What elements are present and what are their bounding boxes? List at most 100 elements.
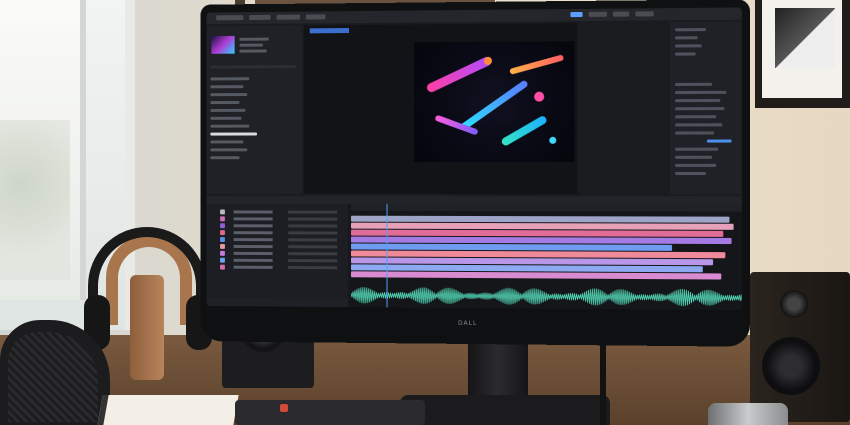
panel-line — [675, 28, 706, 32]
composition-preview — [414, 41, 575, 163]
layer-row[interactable] — [210, 250, 344, 257]
layer-row[interactable] — [210, 223, 344, 229]
layer-color-swatch[interactable] — [220, 209, 225, 215]
menu-item[interactable] — [276, 14, 300, 20]
panel-line — [675, 82, 713, 86]
layer-name — [233, 210, 273, 214]
project-item[interactable] — [210, 156, 240, 160]
monitor-stand-base — [400, 395, 610, 425]
project-thumbnail[interactable] — [211, 35, 235, 54]
panel-line — [675, 115, 717, 119]
layer-name — [233, 217, 273, 221]
speaker-tweeter-right — [780, 290, 808, 318]
layer-controls[interactable] — [288, 231, 338, 235]
track-clip[interactable] — [351, 222, 734, 230]
project-item[interactable] — [210, 77, 250, 81]
mug-icon — [708, 403, 788, 425]
workspace-tab-active[interactable] — [570, 11, 583, 18]
workspace-tab[interactable] — [588, 11, 607, 17]
menu-item[interactable] — [249, 14, 271, 21]
monitor-screen — [206, 7, 742, 311]
layer-controls[interactable] — [288, 224, 338, 228]
waveform-path — [351, 287, 742, 307]
project-search[interactable] — [210, 65, 297, 69]
track-clip[interactable] — [351, 271, 722, 280]
panel-line — [675, 163, 717, 167]
playhead[interactable] — [386, 203, 388, 308]
viewer-tab[interactable] — [309, 28, 350, 34]
project-panel — [206, 25, 302, 194]
panel-line — [675, 98, 721, 103]
layer-row[interactable] — [210, 264, 344, 271]
workspace-tab[interactable] — [635, 11, 654, 17]
timeline-panel — [206, 195, 742, 311]
panel-line — [675, 52, 696, 56]
track-clip[interactable] — [351, 215, 730, 223]
panel-line — [675, 107, 725, 111]
layer-color-swatch[interactable] — [220, 216, 225, 222]
panel-slider[interactable] — [706, 139, 732, 143]
neon-streak — [459, 79, 529, 132]
layer-list — [206, 203, 349, 308]
neon-streak — [500, 114, 548, 147]
time-ruler[interactable] — [351, 203, 742, 212]
panel-line — [675, 171, 706, 176]
layer-controls[interactable] — [288, 210, 338, 214]
office-chair-mesh — [8, 332, 98, 422]
project-info-line — [239, 37, 269, 41]
layer-name — [233, 251, 273, 256]
monitor: DALL — [200, 0, 751, 347]
layer-name — [233, 258, 273, 262]
layer-controls[interactable] — [288, 217, 338, 221]
monitor-brand-logo: DALL — [458, 319, 478, 328]
timeline-tracks[interactable] — [351, 203, 742, 311]
layer-color-swatch[interactable] — [220, 223, 225, 229]
window-tree — [0, 120, 70, 280]
menu-item[interactable] — [216, 15, 244, 21]
workspace-tab[interactable] — [612, 11, 630, 17]
neon-streak — [509, 54, 565, 75]
project-item-selected[interactable] — [210, 132, 257, 136]
panel-line — [675, 36, 698, 40]
menu-item[interactable] — [305, 14, 326, 20]
layer-row[interactable] — [210, 216, 344, 222]
layer-controls[interactable] — [288, 245, 338, 249]
project-item[interactable] — [210, 140, 244, 144]
speaker-woofer-right — [762, 337, 820, 395]
desk-scene: DALL — [0, 0, 850, 425]
layer-name — [233, 231, 273, 235]
keyboard-icon — [235, 400, 425, 425]
panel-line — [675, 131, 715, 135]
picture-frame-art — [775, 8, 835, 68]
layer-controls[interactable] — [288, 238, 338, 242]
layer-row[interactable] — [210, 237, 344, 242]
notebook-icon — [97, 395, 239, 425]
layer-controls[interactable] — [288, 259, 338, 263]
layer-row[interactable] — [210, 209, 344, 215]
layer-name — [233, 244, 273, 249]
headphone-stand — [84, 227, 212, 380]
project-item[interactable] — [210, 100, 240, 105]
layer-color-swatch[interactable] — [220, 257, 225, 263]
project-item[interactable] — [210, 124, 250, 128]
layer-controls[interactable] — [288, 252, 338, 256]
neon-dot — [534, 91, 545, 102]
panel-line — [675, 147, 719, 151]
properties-panel — [670, 21, 742, 195]
project-item[interactable] — [210, 148, 248, 152]
layer-color-swatch[interactable] — [220, 243, 225, 249]
layer-color-swatch[interactable] — [220, 264, 225, 270]
layer-row[interactable] — [210, 230, 344, 236]
project-item[interactable] — [210, 116, 242, 120]
layer-name — [233, 265, 273, 269]
project-item[interactable] — [210, 85, 244, 89]
layer-color-swatch[interactable] — [220, 230, 225, 236]
layer-row[interactable] — [210, 243, 344, 250]
layer-color-swatch[interactable] — [220, 237, 225, 242]
project-item[interactable] — [210, 93, 248, 97]
project-item[interactable] — [210, 108, 246, 112]
composition-viewer — [303, 23, 578, 195]
layer-row[interactable] — [210, 257, 344, 264]
layer-color-swatch[interactable] — [220, 250, 225, 256]
layer-controls[interactable] — [288, 265, 338, 270]
